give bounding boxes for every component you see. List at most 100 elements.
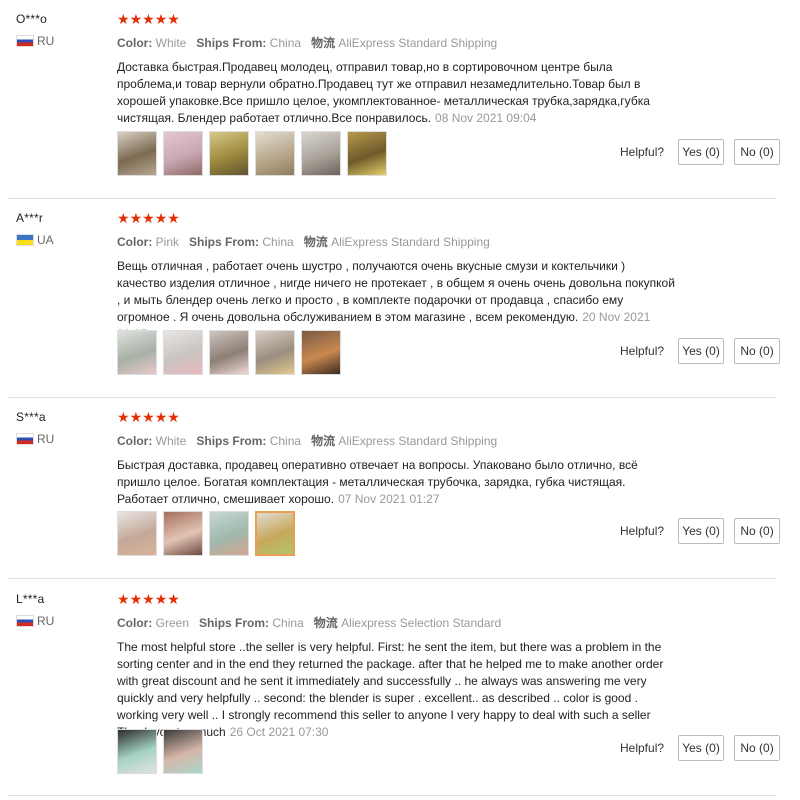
review-item: L***a RU ★★★★★ Color: Green Ships From: Chin… xyxy=(0,580,800,780)
review-photos xyxy=(117,330,341,375)
star-icon: ★ xyxy=(117,591,130,607)
star-icon: ★ xyxy=(129,210,143,226)
country-code: RU xyxy=(37,34,55,48)
review-photo-thumbnail[interactable] xyxy=(163,511,203,556)
shipping-label: 物流 xyxy=(311,36,339,50)
star-icon: ★ xyxy=(142,591,155,607)
review-content: ★★★★★ Color: Green Ships From: China 物流 Ali… xyxy=(117,591,677,741)
reviewer-info: L***a RU xyxy=(16,592,106,628)
review-meta: Color: White Ships From: China 物流 AliExpre… xyxy=(117,432,677,449)
ships-from-value: China xyxy=(272,616,304,630)
reviewer-name: A***r xyxy=(16,211,44,225)
reviewer-name: O***o xyxy=(16,12,48,26)
helpful-yes-button[interactable]: Yes (0) xyxy=(678,139,725,165)
ships-from-label: Ships From: xyxy=(199,616,273,630)
star-icon: ★ xyxy=(117,409,130,425)
helpful-no-button[interactable]: No (0) xyxy=(734,518,781,544)
star-icon: ★ xyxy=(154,591,168,607)
reviewer-country: RU xyxy=(16,432,106,446)
helpful-no-button[interactable]: No (0) xyxy=(734,338,781,364)
star-icon: ★ xyxy=(167,11,180,27)
star-icon: ★ xyxy=(117,210,130,226)
review-date: 08 Nov 2021 09:04 xyxy=(435,111,537,125)
shipping-label: 物流 xyxy=(303,235,332,249)
reviewer-name: S***a xyxy=(16,410,46,424)
reviewer-country: UA xyxy=(16,233,106,247)
review-text: Доставка быстрая.Продавец молодец, отпра… xyxy=(117,59,677,127)
review-photo-thumbnail[interactable] xyxy=(255,131,295,176)
reviews-list: O***o RU ★★★★★ Color: White Ships From: Chin… xyxy=(0,0,800,800)
helpful-yes-button[interactable]: Yes (0) xyxy=(678,518,725,544)
review-photo-thumbnail[interactable] xyxy=(209,511,249,556)
review-body: The most helpful store ..the seller is v… xyxy=(117,640,664,739)
color-value: White xyxy=(155,36,187,50)
review-photo-thumbnail[interactable] xyxy=(117,330,157,375)
review-photo-thumbnail[interactable] xyxy=(117,511,157,556)
review-photos xyxy=(117,729,203,774)
ships-from-label: Ships From: xyxy=(189,235,263,249)
review-meta: Color: Green Ships From: China 物流 Aliexpre… xyxy=(117,614,677,631)
country-code: RU xyxy=(37,614,55,628)
reviewer-info: S***a RU xyxy=(16,410,106,446)
review-photo-thumbnail[interactable] xyxy=(301,131,341,176)
review-meta: Color: White Ships From: China 物流 AliExpre… xyxy=(117,34,677,51)
country-flag-icon xyxy=(16,35,34,47)
country-flag-icon xyxy=(16,234,34,246)
star-icon: ★ xyxy=(154,11,168,27)
color-label: Color: xyxy=(117,616,156,630)
shipping-method: AliExpress Standard Shipping xyxy=(331,235,490,249)
review-item: O***o RU ★★★★★ Color: White Ships From: Chin… xyxy=(0,0,800,200)
star-rating: ★★★★★ xyxy=(117,591,677,608)
review-body: Доставка быстрая.Продавец молодец, отпра… xyxy=(117,60,650,125)
review-photo-thumbnail[interactable] xyxy=(117,729,157,774)
reviewer-country: RU xyxy=(16,34,106,48)
review-photo-thumbnail[interactable] xyxy=(163,729,203,774)
color-label: Color: xyxy=(117,434,156,448)
review-date: 26 Oct 2021 07:30 xyxy=(229,725,329,739)
review-photo-thumbnail[interactable] xyxy=(163,131,203,176)
review-photo-thumbnail[interactable] xyxy=(209,131,249,176)
country-code: RU xyxy=(37,432,55,446)
color-value: Green xyxy=(155,616,190,630)
helpful-label: Helpful? xyxy=(620,145,665,159)
review-photo-thumbnail[interactable] xyxy=(117,131,157,176)
review-content: ★★★★★ Color: Pink Ships From: China 物流 AliE… xyxy=(117,210,677,343)
color-label: Color: xyxy=(117,235,156,249)
star-icon: ★ xyxy=(167,409,180,425)
reviewer-info: O***o RU xyxy=(16,12,106,48)
country-flag-icon xyxy=(16,615,34,627)
helpful-yes-button[interactable]: Yes (0) xyxy=(678,338,725,364)
review-content: ★★★★★ Color: White Ships From: China 物流 Ali… xyxy=(117,11,677,127)
review-photos xyxy=(117,511,295,556)
ships-from-label: Ships From: xyxy=(196,434,270,448)
helpful-no-button[interactable]: No (0) xyxy=(734,139,781,165)
ships-from-label: Ships From: xyxy=(196,36,270,50)
helpful-label: Helpful? xyxy=(620,741,665,755)
review-photos xyxy=(117,131,387,176)
review-photo-thumbnail[interactable] xyxy=(255,511,295,556)
shipping-method: AliExpress Standard Shipping xyxy=(338,36,498,50)
star-icon: ★ xyxy=(129,591,143,607)
shipping-label: 物流 xyxy=(313,616,342,630)
review-photo-thumbnail[interactable] xyxy=(255,330,295,375)
star-icon: ★ xyxy=(167,210,180,226)
star-icon: ★ xyxy=(142,11,155,27)
review-photo-thumbnail[interactable] xyxy=(347,131,387,176)
country-flag-icon xyxy=(16,433,34,445)
helpful-controls: Helpful? Yes (0) No (0) xyxy=(620,338,781,364)
review-divider xyxy=(8,578,776,579)
star-icon: ★ xyxy=(142,409,155,425)
reviewer-info: A***r UA xyxy=(16,211,106,247)
helpful-controls: Helpful? Yes (0) No (0) xyxy=(620,139,781,165)
review-photo-thumbnail[interactable] xyxy=(209,330,249,375)
helpful-no-button[interactable]: No (0) xyxy=(734,735,781,761)
helpful-controls: Helpful? Yes (0) No (0) xyxy=(620,735,781,761)
review-meta: Color: Pink Ships From: China 物流 AliExpres… xyxy=(117,233,677,250)
shipping-label: 物流 xyxy=(311,434,339,448)
review-date: 07 Nov 2021 01:27 xyxy=(338,492,440,506)
review-photo-thumbnail[interactable] xyxy=(301,330,341,375)
star-icon: ★ xyxy=(154,409,168,425)
helpful-yes-button[interactable]: Yes (0) xyxy=(678,735,725,761)
review-photo-thumbnail[interactable] xyxy=(163,330,203,375)
review-divider xyxy=(8,795,776,796)
